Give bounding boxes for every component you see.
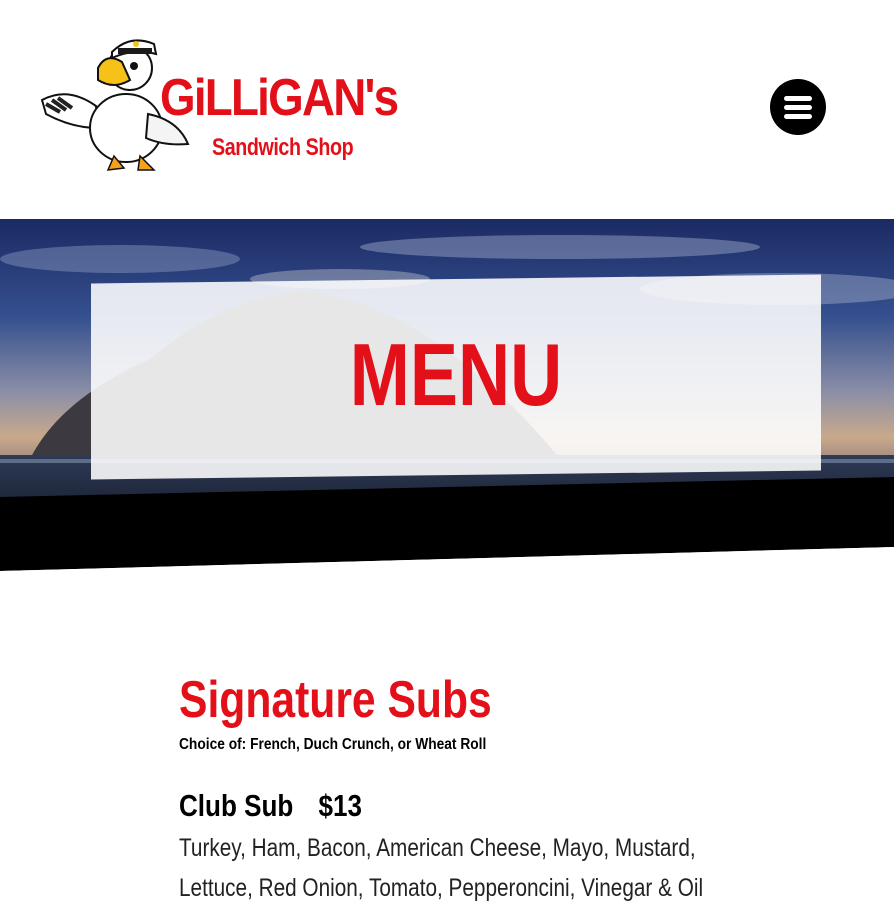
section-title: Signature Subs bbox=[179, 671, 492, 729]
menu-item-name: Club Sub bbox=[179, 788, 294, 823]
menu-item-description: Turkey, Ham, Bacon, American Cheese, May… bbox=[179, 834, 704, 902]
page: GiLLiGAN's Sandwich Shop MENU Signature … bbox=[0, 0, 894, 910]
section-note: Choice of: French, Duch Crunch, or Wheat… bbox=[179, 736, 487, 753]
brand-subtitle: Sandwich Shop bbox=[212, 134, 354, 161]
menu-toggle-button[interactable] bbox=[770, 79, 826, 135]
menu-item-price: $13 bbox=[318, 788, 362, 823]
menu-section: Signature Subs Choice of: French, Duch C… bbox=[179, 670, 819, 910]
menu-item: Club Sub $13 Turkey, Ham, Bacon, American… bbox=[179, 788, 819, 910]
logo[interactable]: GiLLiGAN's Sandwich Shop bbox=[38, 28, 399, 178]
site-header: GiLLiGAN's Sandwich Shop bbox=[0, 0, 894, 219]
hero-title: MENU bbox=[349, 325, 563, 424]
hero-banner: MENU bbox=[0, 219, 894, 579]
menu-item-header: Club Sub $13 bbox=[179, 788, 717, 824]
brand-name: GiLLiGAN's bbox=[160, 69, 399, 127]
